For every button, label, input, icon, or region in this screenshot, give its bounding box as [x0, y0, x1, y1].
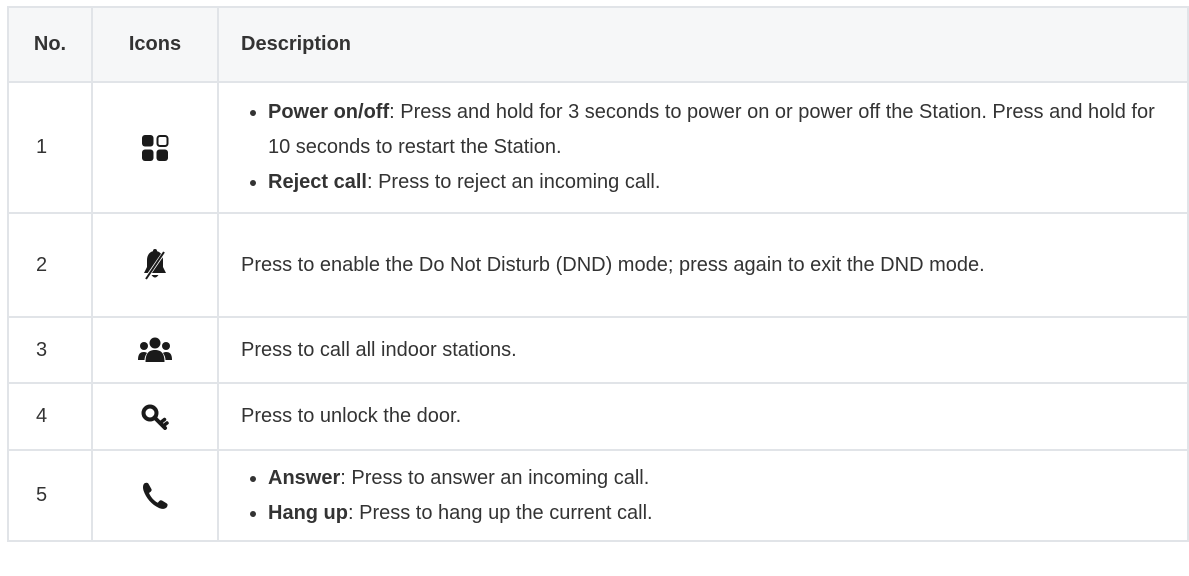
key-icon — [141, 404, 169, 430]
row-number: 2 — [7, 212, 93, 318]
row-description: Press to call all indoor stations. — [217, 316, 1189, 384]
item-term: Reject call — [268, 171, 367, 193]
list-item: Reject call: Press to reject an incoming… — [250, 165, 1163, 200]
row-number: 3 — [7, 316, 93, 384]
list-item: Answer: Press to answer an incoming call… — [250, 461, 1163, 496]
row-description: Power on/off: Press and hold for 3 secon… — [217, 81, 1189, 214]
item-term: Hang up — [268, 501, 348, 524]
row-icon-cell — [91, 382, 219, 451]
table-row: 5 Answer: Press to answer an incoming ca… — [7, 449, 1189, 542]
row-description: Press to enable the Do Not Disturb (DND)… — [217, 212, 1189, 318]
row-number: 5 — [7, 449, 93, 542]
item-term: Power on/off — [268, 101, 390, 123]
apps-grid-icon — [142, 134, 169, 161]
header-no: No. — [7, 6, 93, 83]
table-row: 4 Press to unlock the door. — [7, 382, 1189, 451]
table-row: 3 Press to call all indoor stations. — [7, 316, 1189, 384]
item-term: Answer — [268, 466, 341, 489]
users-group-icon — [138, 337, 172, 362]
table-row: 1 Power on/off: Press and hold for 3 sec… — [7, 81, 1189, 214]
item-text: : Press to reject an incoming call. — [366, 171, 661, 193]
item-text: : Press to answer an incoming call. — [340, 466, 650, 489]
list-item: Hang up: Press to hang up the current ca… — [250, 496, 1163, 531]
row-icon-cell — [91, 212, 219, 318]
table-header-row: No. Icons Description — [7, 6, 1189, 83]
row-number: 4 — [7, 382, 93, 451]
item-text: : Press and hold for 3 seconds to power … — [268, 101, 1155, 158]
header-icons: Icons — [91, 6, 219, 83]
item-text: : Press to hang up the current call. — [348, 501, 653, 524]
row-number: 1 — [7, 81, 93, 214]
bell-slash-icon — [143, 249, 167, 281]
row-icon-cell — [91, 81, 219, 214]
phone-icon — [143, 482, 168, 509]
header-description: Description — [217, 6, 1189, 83]
row-description: Answer: Press to answer an incoming call… — [217, 449, 1189, 542]
list-item: Power on/off: Press and hold for 3 secon… — [250, 95, 1163, 165]
row-icon-cell — [91, 316, 219, 384]
row-description: Press to unlock the door. — [217, 382, 1189, 451]
row-icon-cell — [91, 449, 219, 542]
table-row: 2 Press to enable the Do Not Disturb (DN… — [7, 212, 1189, 318]
button-description-table: No. Icons Description 1 Power on/off: Pr… — [7, 6, 1189, 542]
